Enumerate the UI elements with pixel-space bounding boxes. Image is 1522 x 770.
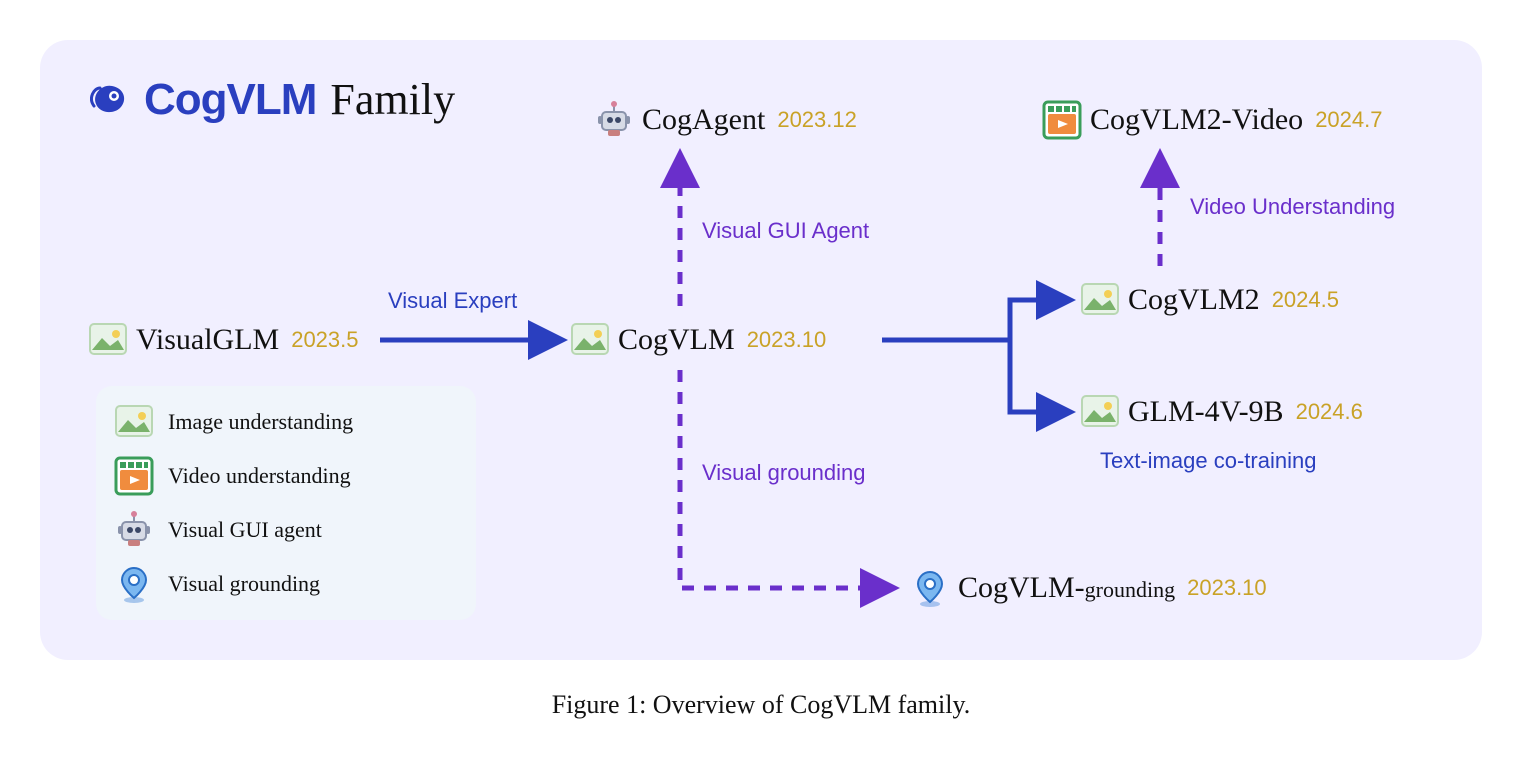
node-date: 2024.5 [1272, 287, 1339, 313]
node-label: GLM-4V-9B [1128, 395, 1284, 429]
node-date: 2024.6 [1296, 399, 1363, 425]
diagram-canvas: CogVLM Family VisualGLM 2023.5 CogVLM 20… [40, 40, 1482, 660]
node-label: CogVLM [618, 323, 735, 357]
image-icon [1080, 392, 1120, 432]
figure-caption: Figure 1: Overview of CogVLM family. [0, 690, 1522, 720]
edge-visual-gui-agent: Visual GUI Agent [702, 218, 869, 244]
node-date: 2023.12 [777, 107, 857, 133]
node-date: 2023.5 [291, 327, 358, 353]
node-cogvlm2-video: CogVLM2-Video 2024.7 [1042, 100, 1382, 140]
node-glm4v9b: GLM-4V-9B 2024.6 [1080, 392, 1363, 432]
image-icon [1080, 280, 1120, 320]
legend-label: Video understanding [168, 463, 351, 489]
legend-row-grounding: Visual grounding [114, 564, 458, 604]
edge-video-understanding: Video Understanding [1190, 194, 1395, 220]
edge-visual-grounding: Visual grounding [702, 460, 866, 486]
node-label: CogVLM-grounding [958, 571, 1175, 605]
legend-box: Image understanding Video understanding … [96, 386, 476, 620]
image-icon [114, 402, 154, 442]
node-visualglm: VisualGLM 2023.5 [88, 320, 359, 360]
image-icon [88, 320, 128, 360]
logo-text: CogVLM [144, 75, 316, 125]
legend-row-image: Image understanding [114, 402, 458, 442]
image-icon [570, 320, 610, 360]
legend-label: Image understanding [168, 409, 353, 435]
node-label-main: CogVLM- [958, 571, 1085, 604]
node-label: CogAgent [642, 103, 765, 137]
video-icon [1042, 100, 1082, 140]
node-date: 2023.10 [747, 327, 827, 353]
pin-icon [910, 568, 950, 608]
edge-visual-expert: Visual Expert [388, 288, 517, 314]
robot-icon [114, 510, 154, 550]
node-cogvlm-grounding: CogVLM-grounding 2023.10 [910, 568, 1267, 608]
node-label: CogVLM2-Video [1090, 103, 1303, 137]
title-block: CogVLM Family [90, 74, 455, 125]
node-date: 2023.10 [1187, 575, 1267, 601]
legend-label: Visual GUI agent [168, 517, 322, 543]
node-cogvlm2: CogVLM2 2024.5 [1080, 280, 1339, 320]
node-label: CogVLM2 [1128, 283, 1260, 317]
edge-text-image-cotraining: Text-image co-training [1100, 448, 1316, 474]
node-label: VisualGLM [136, 323, 279, 357]
node-cogagent: CogAgent 2023.12 [594, 100, 857, 140]
video-icon [114, 456, 154, 496]
robot-icon [594, 100, 634, 140]
node-label-sub: grounding [1085, 577, 1175, 602]
node-date: 2024.7 [1315, 107, 1382, 133]
title-suffix: Family [330, 74, 455, 125]
pin-icon [114, 564, 154, 604]
legend-row-video: Video understanding [114, 456, 458, 496]
chameleon-logo-icon [90, 78, 134, 122]
legend-row-agent: Visual GUI agent [114, 510, 458, 550]
legend-label: Visual grounding [168, 571, 320, 597]
node-cogvlm: CogVLM 2023.10 [570, 320, 826, 360]
